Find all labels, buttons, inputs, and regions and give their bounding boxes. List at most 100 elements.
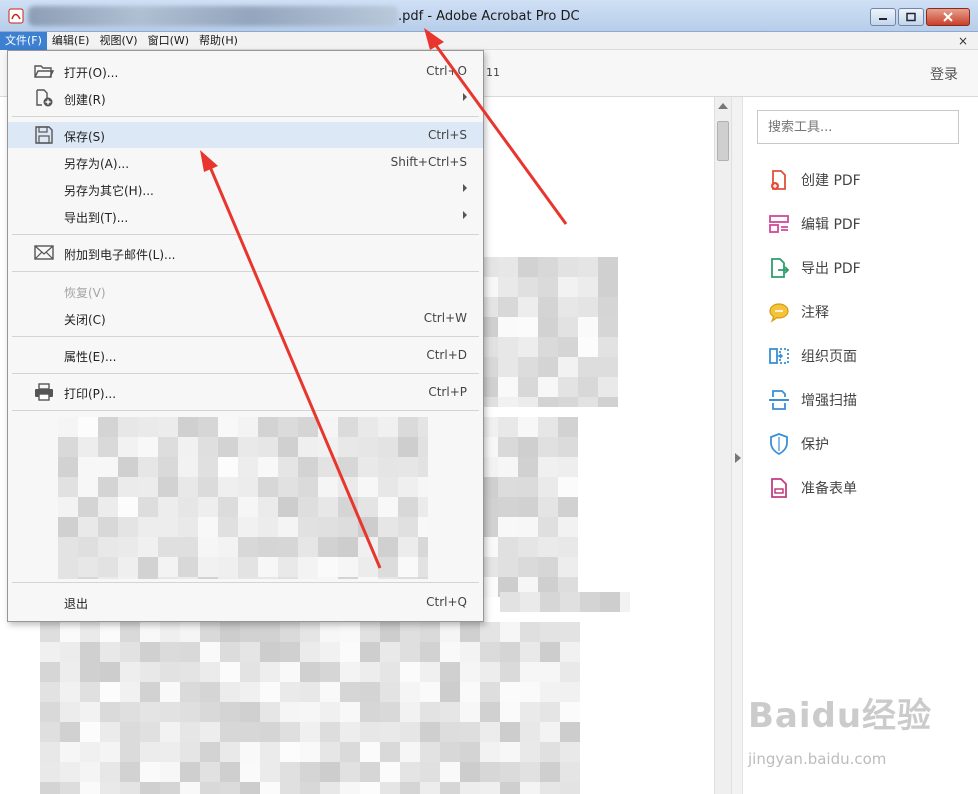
mosaic-cell xyxy=(360,662,380,682)
menu-item-attach-email[interactable]: 附加到电子邮件(L)... xyxy=(8,240,483,266)
mosaic-cell xyxy=(538,497,558,517)
menu-edit[interactable]: 编辑(E) xyxy=(47,32,95,50)
close-window-button[interactable] xyxy=(926,8,970,26)
mosaic-cell xyxy=(520,742,540,762)
mosaic-cell xyxy=(498,317,518,337)
mosaic-cell xyxy=(460,782,480,794)
menu-item-shortcut: Ctrl+Q xyxy=(426,595,467,609)
menu-view[interactable]: 视图(V) xyxy=(94,32,142,50)
mosaic-cell xyxy=(380,742,400,762)
tool-prepare-form[interactable]: 准备表单 xyxy=(767,473,857,503)
mosaic-cell xyxy=(138,417,158,437)
mosaic-cell xyxy=(400,722,420,742)
mosaic-cell xyxy=(158,557,178,577)
mosaic-cell xyxy=(418,537,428,557)
menu-item-properties[interactable]: 属性(E)... Ctrl+D xyxy=(8,342,483,368)
scroll-up-arrow[interactable] xyxy=(718,103,728,109)
mosaic-cell xyxy=(460,702,480,722)
mosaic-cell xyxy=(280,782,300,794)
mosaic-cell xyxy=(558,497,578,517)
mosaic-cell xyxy=(40,722,60,742)
mosaic-cell xyxy=(338,497,358,517)
menu-item-print[interactable]: 打印(P)... Ctrl+P xyxy=(8,379,483,405)
submenu-arrow-icon xyxy=(463,211,467,219)
mosaic-cell xyxy=(238,537,258,557)
mosaic-cell xyxy=(480,662,500,682)
mosaic-cell xyxy=(160,642,180,662)
mosaic-cell xyxy=(140,742,160,762)
menu-help[interactable]: 帮助(H) xyxy=(194,32,243,50)
tools-panel-toggle[interactable] xyxy=(731,97,742,794)
organize-pages-icon xyxy=(769,348,789,364)
mosaic-cell xyxy=(258,557,278,577)
mosaic-cell xyxy=(260,642,280,662)
mosaic-cell xyxy=(620,592,630,612)
menu-separator xyxy=(12,582,479,583)
menu-item-close[interactable]: 关闭(C) Ctrl+W xyxy=(8,305,483,331)
mosaic-cell xyxy=(98,477,118,497)
tool-organize-pages[interactable]: 组织页面 xyxy=(767,341,857,371)
mosaic-cell xyxy=(480,622,500,642)
tool-edit-pdf[interactable]: 编辑 PDF xyxy=(767,209,861,239)
mosaic-cell xyxy=(160,722,180,742)
tool-create-pdf[interactable]: 创建 PDF xyxy=(767,165,861,195)
menu-item-create[interactable]: 创建(R) xyxy=(8,85,483,111)
mosaic-cell xyxy=(500,682,520,702)
mosaic-cell xyxy=(420,642,440,662)
menu-item-save[interactable]: 保存(S) Ctrl+S xyxy=(8,122,483,148)
mosaic-cell xyxy=(100,742,120,762)
menu-window[interactable]: 窗口(W) xyxy=(143,32,194,50)
mosaic-cell xyxy=(340,682,360,702)
tool-protect[interactable]: 保护 xyxy=(767,429,829,459)
mosaic-cell xyxy=(300,742,320,762)
mosaic-cell xyxy=(120,662,140,682)
login-link[interactable]: 登录 xyxy=(930,64,958,84)
menu-item-revert: 恢复(V) xyxy=(8,278,483,304)
mosaic-cell xyxy=(240,642,260,662)
mosaic-cell xyxy=(338,457,358,477)
mosaic-cell xyxy=(220,682,240,702)
menu-item-open[interactable]: 打开(O)... Ctrl+O xyxy=(8,58,483,84)
mosaic-cell xyxy=(40,742,60,762)
menu-item-label: 保存(S) xyxy=(64,130,105,144)
menu-item-export-to[interactable]: 导出到(T)... xyxy=(8,203,483,229)
mosaic-cell xyxy=(498,517,518,537)
mosaic-cell xyxy=(500,702,520,722)
close-icon xyxy=(943,12,953,22)
mosaic-cell xyxy=(318,537,338,557)
tools-search-input[interactable] xyxy=(757,110,959,144)
document-scrollbar[interactable] xyxy=(714,97,731,794)
mosaic-cell xyxy=(198,417,218,437)
menu-item-save-as-other[interactable]: 另存为其它(H)... xyxy=(8,176,483,202)
mosaic-cell xyxy=(238,557,258,577)
mosaic-cell xyxy=(358,457,378,477)
menu-item-save-as[interactable]: 另存为(A)... Shift+Ctrl+S xyxy=(8,149,483,175)
scroll-thumb[interactable] xyxy=(717,121,729,161)
tool-export-pdf[interactable]: 导出 PDF xyxy=(767,253,861,283)
mosaic-cell xyxy=(238,577,258,579)
mosaic-cell xyxy=(220,722,240,742)
mosaic-cell xyxy=(198,497,218,517)
mosaic-cell xyxy=(118,497,138,517)
mosaic-cell xyxy=(280,662,300,682)
menu-item-shortcut: Ctrl+P xyxy=(428,385,467,399)
tool-comment[interactable]: 注释 xyxy=(767,297,829,327)
mosaic-cell xyxy=(538,277,558,297)
mosaic-cell xyxy=(140,782,160,794)
mosaic-cell xyxy=(220,642,240,662)
maximize-button[interactable] xyxy=(898,8,924,26)
mosaic-cell xyxy=(540,742,560,762)
mosaic-cell xyxy=(318,477,338,497)
tool-enhance-scan[interactable]: 增强扫描 xyxy=(767,385,857,415)
menu-item-exit[interactable]: 退出 Ctrl+Q xyxy=(8,589,483,615)
close-document-button[interactable]: × xyxy=(958,32,968,50)
menu-file[interactable]: 文件(F) xyxy=(0,31,47,50)
mosaic-cell xyxy=(518,377,538,397)
mosaic-cell xyxy=(418,417,428,437)
mosaic-cell xyxy=(98,437,118,457)
mosaic-cell xyxy=(320,782,340,794)
minimize-button[interactable] xyxy=(870,8,896,26)
mosaic-cell xyxy=(140,682,160,702)
mosaic-cell xyxy=(120,702,140,722)
mosaic-cell xyxy=(578,377,598,397)
